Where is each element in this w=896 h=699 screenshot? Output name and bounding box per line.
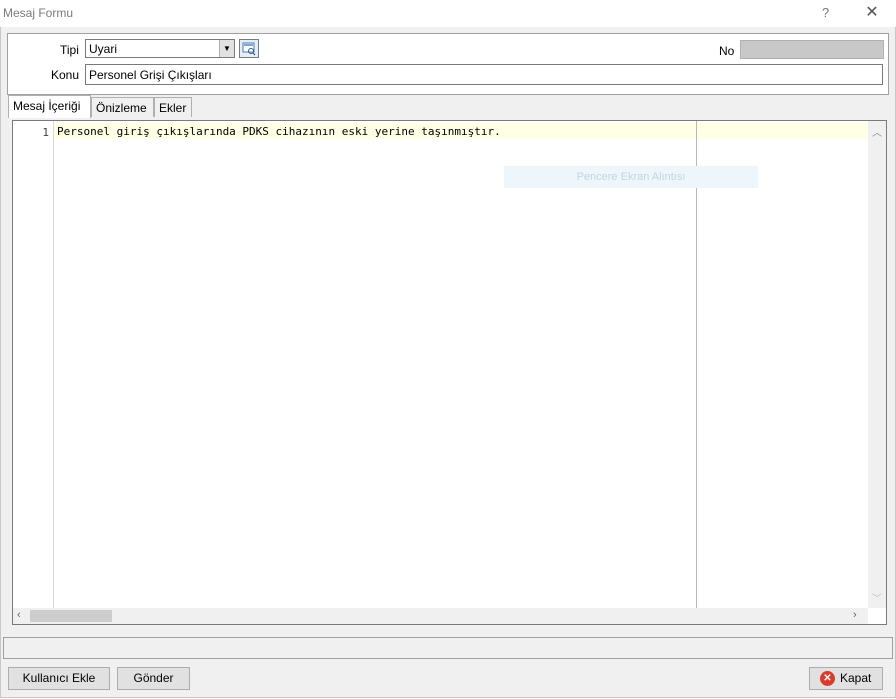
send-button[interactable]: Gönder — [117, 667, 190, 690]
horizontal-scrollbar[interactable]: ‹ › — [13, 608, 868, 624]
close-icon: ✕ — [820, 671, 835, 686]
close-window-button[interactable]: ✕ — [862, 3, 882, 23]
add-user-button[interactable]: Kullanıcı Ekle — [8, 667, 110, 690]
subject-label: Konu — [51, 68, 80, 82]
status-bar — [3, 637, 893, 659]
close-button[interactable]: ✕ Kapat — [809, 667, 883, 690]
help-button[interactable]: ? — [822, 5, 829, 20]
chevron-down-icon[interactable]: ﹀ — [868, 590, 886, 605]
chevron-left-icon[interactable]: ‹ — [17, 609, 21, 621]
title-bar: Mesaj Formu ? ✕ — [0, 0, 896, 27]
chevron-up-icon[interactable]: ︿ — [868, 124, 886, 139]
editor-line[interactable]: Personel giriş çıkışlarında PDKS cihazın… — [57, 125, 501, 138]
message-editor[interactable]: 1 Personel giriş çıkışlarında PDKS cihaz… — [12, 120, 887, 625]
line-number-gutter: 1 — [13, 121, 54, 608]
subject-input[interactable]: Personel Grişi Çıkışları — [85, 64, 883, 85]
tab-preview[interactable]: Önizleme — [91, 97, 154, 117]
tab-message-content[interactable]: Mesaj İçeriği — [8, 95, 91, 118]
window-title: Mesaj Formu — [3, 6, 74, 20]
horizontal-scroll-thumb[interactable] — [30, 610, 112, 622]
right-margin-guide — [696, 121, 697, 608]
chevron-right-icon[interactable]: › — [853, 609, 857, 621]
subject-input-value: Personel Grişi Çıkışları — [89, 68, 212, 82]
close-button-label: Kapat — [840, 671, 872, 685]
line-number: 1 — [42, 126, 49, 139]
vertical-scrollbar[interactable]: ︿ ﹀ — [868, 121, 886, 608]
chevron-down-icon[interactable]: ▼ — [219, 40, 234, 57]
type-label: Tipi — [60, 43, 79, 57]
lookup-icon — [242, 42, 256, 56]
snipping-overlay-label: Pencere Ekran Alıntısı — [504, 166, 758, 188]
no-field — [740, 40, 884, 59]
tab-attachments[interactable]: Ekler — [154, 97, 192, 117]
no-label: No — [719, 44, 735, 58]
type-select[interactable]: Uyari ▼ — [85, 39, 235, 58]
lookup-button[interactable] — [239, 39, 259, 58]
type-select-value: Uyari — [89, 42, 118, 56]
